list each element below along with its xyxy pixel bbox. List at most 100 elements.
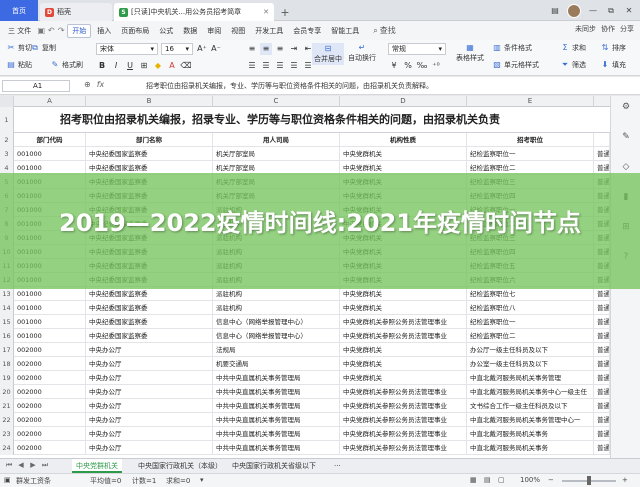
menu-view[interactable]: 视图 bbox=[227, 25, 249, 37]
table-cell[interactable]: 001000 bbox=[14, 315, 86, 329]
table-cell[interactable]: 中共中央直属机关事务管理局 bbox=[213, 399, 340, 413]
table-cell[interactable]: 中共中央直属机关事务管理局 bbox=[213, 385, 340, 399]
row-header[interactable]: 24 bbox=[0, 441, 14, 455]
row-header[interactable]: 13 bbox=[0, 287, 14, 301]
row-header[interactable]: 19 bbox=[0, 371, 14, 385]
menu-file[interactable]: 三 文件 bbox=[4, 25, 35, 37]
table-cell[interactable]: 中共中央直属机关事务管理局 bbox=[213, 427, 340, 441]
restore-button[interactable]: ⧉ bbox=[605, 6, 617, 16]
underline-icon[interactable]: U bbox=[124, 60, 136, 72]
table-cell[interactable]: 中央办公厅 bbox=[86, 385, 213, 399]
sheet-tab-party[interactable]: 中央党群机关 bbox=[72, 459, 122, 473]
menu-developer[interactable]: 开发工具 bbox=[251, 25, 287, 37]
table-cell[interactable]: 普通职 bbox=[594, 371, 610, 385]
table-cell[interactable]: 中共中央直属机关事务管理局 bbox=[213, 371, 340, 385]
table-cell[interactable]: 中央党群机关 bbox=[340, 371, 467, 385]
pay-slip-button[interactable]: 群发工资条 bbox=[16, 476, 51, 486]
table-cell[interactable]: 中央纪委国家监察委 bbox=[86, 329, 213, 343]
wrap-text-button[interactable]: ↵ 自动换行 bbox=[348, 43, 376, 63]
sum-button[interactable]: Σ 求和 bbox=[560, 43, 586, 53]
column-heading-cell[interactable] bbox=[594, 133, 610, 147]
row-header[interactable]: 2 bbox=[0, 133, 14, 147]
layout-icon[interactable]: ▤ bbox=[549, 6, 561, 15]
name-box[interactable]: A1 bbox=[2, 80, 70, 92]
cell-style-button[interactable]: ▧ 单元格样式 bbox=[492, 60, 539, 70]
table-cell[interactable]: 中央办公厅 bbox=[86, 357, 213, 371]
table-style-button[interactable]: ▦ 表格样式 bbox=[456, 43, 484, 63]
sheet-tab-central-admin[interactable]: 中央国家行政机关（本级） bbox=[134, 459, 226, 473]
column-heading-cell[interactable]: 部门名称 bbox=[86, 133, 213, 147]
table-cell[interactable]: 002000 bbox=[14, 357, 86, 371]
table-cell[interactable]: 002000 bbox=[14, 371, 86, 385]
column-header-b[interactable]: B bbox=[86, 96, 213, 107]
indent-icon[interactable]: ⇥ bbox=[288, 43, 300, 55]
table-cell[interactable]: 中央党群机关参照公务员法管理事业 bbox=[340, 385, 467, 399]
row-header[interactable]: 15 bbox=[0, 315, 14, 329]
merge-center-button[interactable]: ⊟ 合并居中 bbox=[312, 43, 344, 65]
row-header[interactable]: 3 bbox=[0, 147, 14, 161]
table-cell[interactable]: 中央纪委国家监察委 bbox=[86, 315, 213, 329]
avatar[interactable] bbox=[567, 3, 581, 18]
settings-icon[interactable]: ⚙ bbox=[620, 102, 632, 114]
zoom-slider-handle[interactable] bbox=[587, 476, 591, 485]
table-cell[interactable]: 中央党群机关 bbox=[340, 301, 467, 315]
table-cell[interactable]: 中央办公厅 bbox=[86, 413, 213, 427]
view-normal-icon[interactable]: ▦ bbox=[470, 476, 477, 484]
view-page-icon[interactable]: ▤ bbox=[484, 476, 491, 484]
table-cell[interactable]: 001000 bbox=[14, 147, 86, 161]
zoom-in-icon[interactable]: + bbox=[622, 476, 628, 484]
fill-color-icon[interactable]: ◆ bbox=[152, 60, 164, 72]
close-button[interactable]: ✕ bbox=[623, 6, 635, 15]
table-cell[interactable]: 普通职 bbox=[594, 441, 610, 455]
select-all-corner[interactable] bbox=[0, 96, 14, 107]
row-header[interactable]: 18 bbox=[0, 357, 14, 371]
prev-sheet-icon[interactable]: ◀ bbox=[16, 461, 26, 469]
table-cell[interactable]: 中央办公厅 bbox=[86, 441, 213, 455]
sync-status[interactable]: 未同步 bbox=[575, 24, 596, 34]
table-cell[interactable]: 中央党群机关 bbox=[340, 357, 467, 371]
undo-icon[interactable]: ↶ bbox=[47, 26, 55, 36]
menu-start[interactable]: 开始 bbox=[67, 23, 92, 38]
redo-icon[interactable]: ↷ bbox=[57, 26, 65, 36]
table-cell[interactable]: 纪检监察职位七 bbox=[467, 287, 594, 301]
justify-icon[interactable]: ☰ bbox=[288, 60, 300, 72]
zoom-level[interactable]: 100% bbox=[520, 476, 540, 484]
table-cell[interactable]: 普通职 bbox=[594, 301, 610, 315]
zoom-icon[interactable]: ⊕ bbox=[84, 80, 91, 89]
clear-format-icon[interactable]: ⌫ bbox=[180, 60, 192, 72]
table-cell[interactable]: 中央党群机关 bbox=[340, 147, 467, 161]
table-cell[interactable]: 中直北戴河服务局机关事务 bbox=[467, 441, 594, 455]
font-size-select[interactable]: 16 ▾ bbox=[161, 43, 193, 55]
menu-search[interactable]: ⌕ 查找 bbox=[373, 25, 395, 36]
shrink-font-icon[interactable]: A⁻ bbox=[210, 43, 222, 55]
copy-button[interactable]: ⧉ 复制 bbox=[30, 43, 56, 53]
currency-icon[interactable]: ¥ bbox=[388, 60, 400, 72]
increase-decimal-icon[interactable]: ⁺⁰ bbox=[430, 60, 442, 72]
table-cell[interactable]: 机关厅部室局 bbox=[213, 147, 340, 161]
column-header-d[interactable]: D bbox=[340, 96, 467, 107]
menu-insert[interactable]: 插入 bbox=[93, 25, 115, 37]
table-cell[interactable]: 纪检监察职位一 bbox=[467, 315, 594, 329]
row-header[interactable]: 20 bbox=[0, 385, 14, 399]
tab-daoke[interactable]: D 稻壳 bbox=[40, 3, 112, 21]
table-cell[interactable]: 002000 bbox=[14, 427, 86, 441]
share-button[interactable]: 分享 bbox=[620, 24, 634, 34]
table-cell[interactable]: 文书综合工作一级主任科员及以下 bbox=[467, 399, 594, 413]
table-cell[interactable]: 002000 bbox=[14, 399, 86, 413]
view-read-icon[interactable]: ▢ bbox=[498, 476, 505, 484]
align-top-icon[interactable]: ≡ bbox=[246, 43, 258, 55]
table-cell[interactable]: 普通职 bbox=[594, 413, 610, 427]
column-heading-cell[interactable]: 招考职位 bbox=[467, 133, 594, 147]
tab-close-icon[interactable]: ✕ bbox=[263, 8, 269, 16]
zoom-out-icon[interactable]: − bbox=[548, 476, 554, 484]
table-cell[interactable]: 中央纪委国家监察委 bbox=[86, 301, 213, 315]
menu-member[interactable]: 会员专享 bbox=[289, 25, 325, 37]
row-header[interactable]: 17 bbox=[0, 343, 14, 357]
cut-button[interactable]: ✂ 剪切 bbox=[6, 43, 32, 53]
table-cell[interactable]: 普通职 bbox=[594, 343, 610, 357]
table-cell[interactable]: 中央党群机关参照公务员法管理事业 bbox=[340, 441, 467, 455]
fill-button[interactable]: ⬇ 填充 bbox=[600, 60, 626, 70]
percent-icon[interactable]: % bbox=[402, 60, 414, 72]
chevron-down-icon[interactable]: ▾ bbox=[200, 476, 204, 484]
table-cell[interactable]: 普通职 bbox=[594, 399, 610, 413]
